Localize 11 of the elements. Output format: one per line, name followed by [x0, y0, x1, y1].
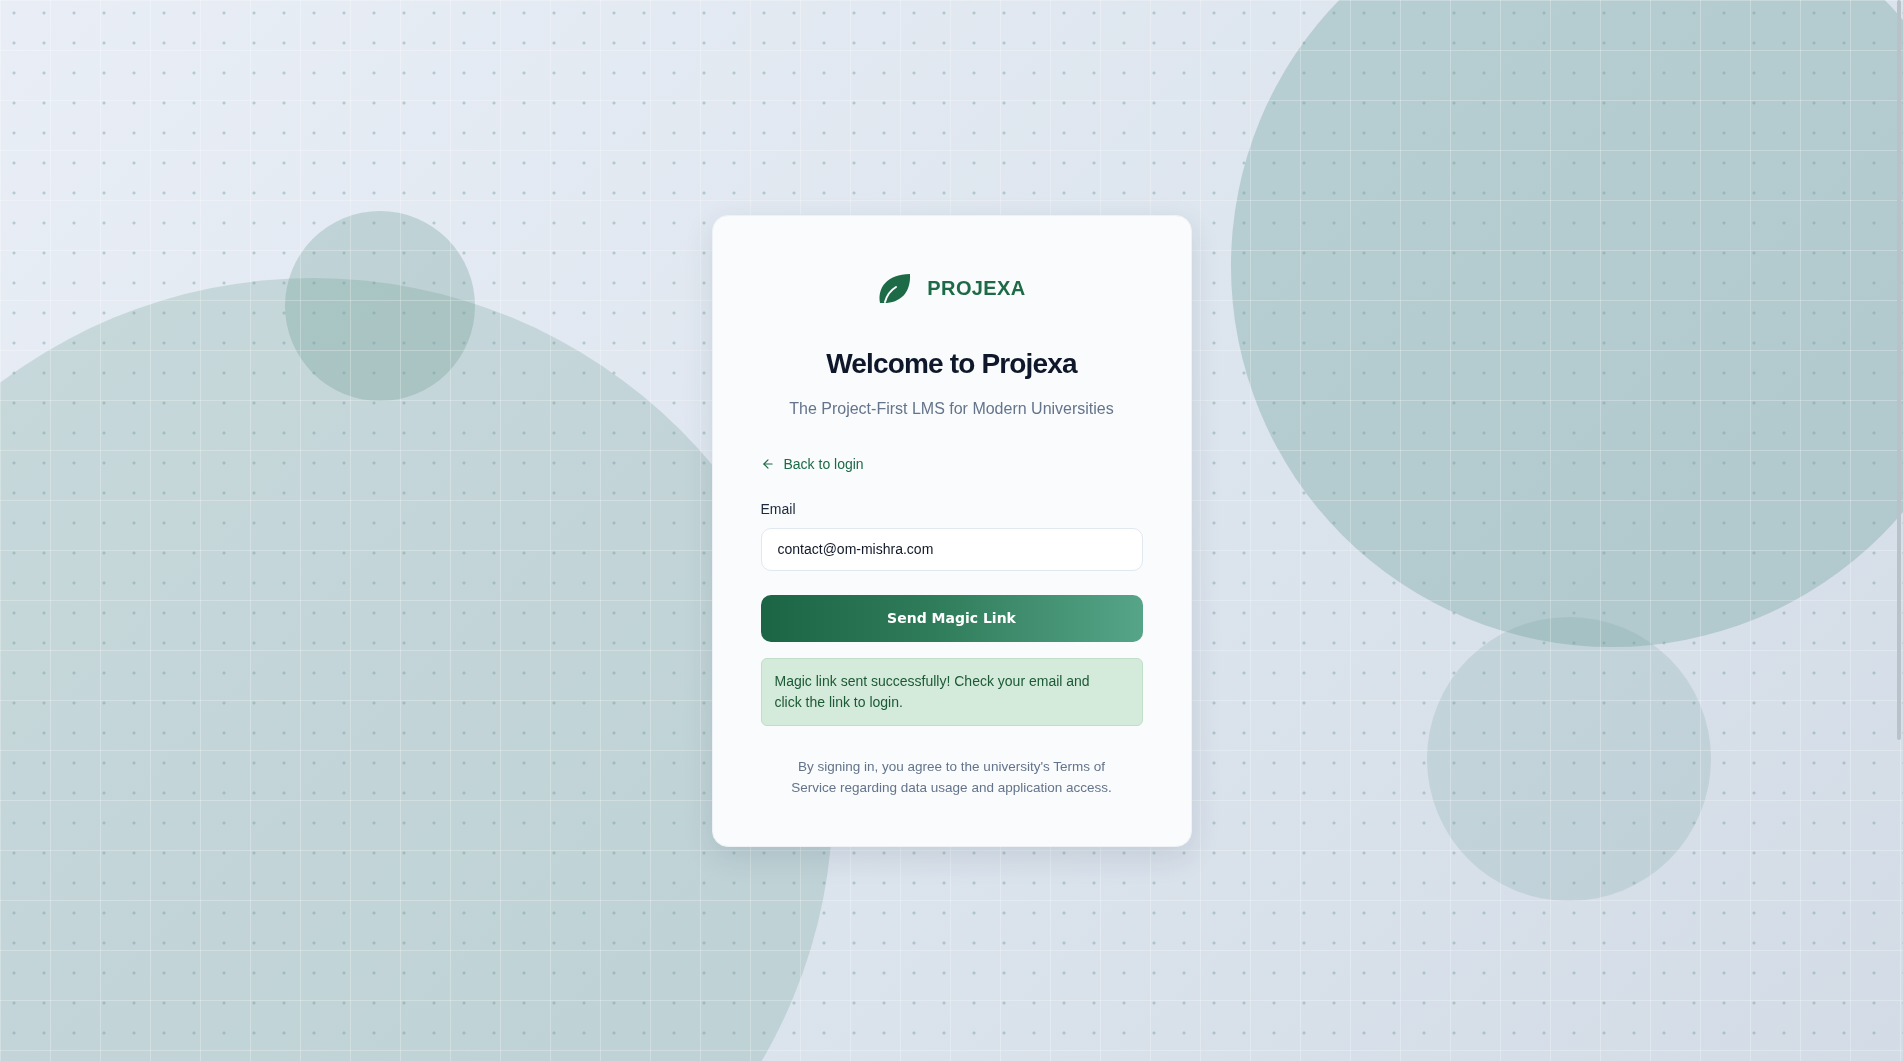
email-label: Email: [760, 499, 797, 519]
arrow-left-icon: [760, 456, 775, 471]
leaf-logo-icon: [877, 272, 912, 304]
send-magic-link-button[interactable]: Send Magic Link: [760, 594, 1143, 642]
brand-name: PROJEXA: [927, 278, 1026, 298]
subtitle: The Project-First LMS for Modern Universities: [788, 398, 1115, 419]
welcome-heading: Welcome to Projexa: [825, 346, 1079, 381]
terms-note: By signing in, you agree to the university's Terms of Service regarding data usage and application access.: [790, 757, 1113, 797]
success-alert: Magic link sent successfully! Check your email and click the link to login.: [760, 657, 1143, 726]
back-to-login-link[interactable]: Back to login: [760, 453, 864, 474]
email-input[interactable]: contact@om-mishra.com: [760, 527, 1143, 571]
